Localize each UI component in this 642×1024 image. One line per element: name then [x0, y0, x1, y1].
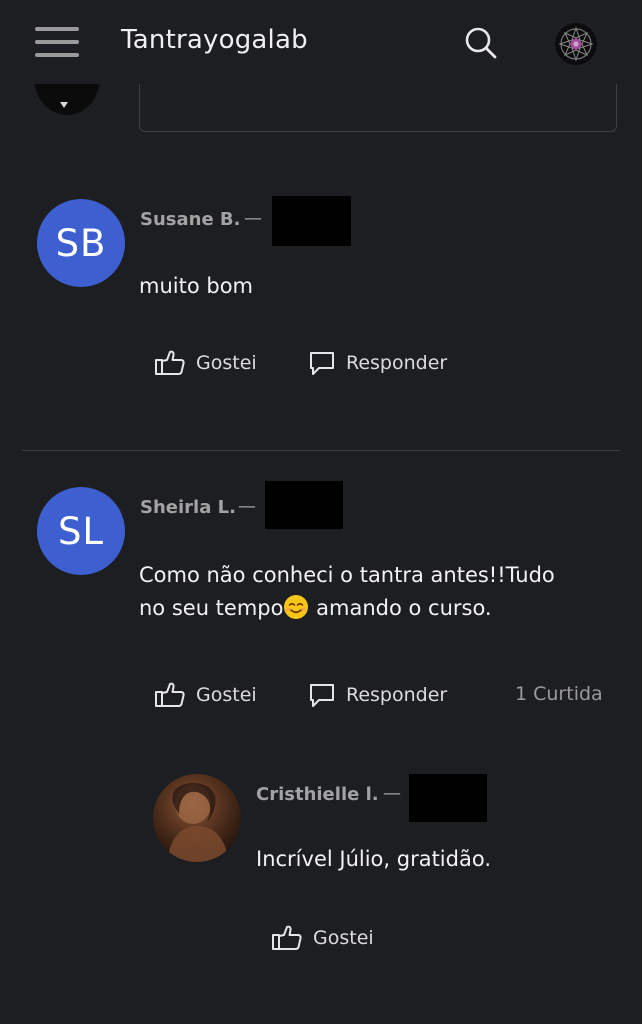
avatar: SL	[37, 487, 125, 575]
reply-button[interactable]: Responder	[308, 349, 447, 377]
thumbs-up-icon	[155, 682, 185, 707]
top-bar: Tantrayogalab	[0, 0, 642, 84]
smiling-face-emoji	[284, 595, 309, 619]
search-icon[interactable]	[462, 24, 500, 62]
author-separator: —	[383, 783, 401, 804]
comment-text-line2-after: amando o curso.	[309, 596, 492, 620]
comment-text: Incrível Júlio, gratidão.	[256, 847, 491, 871]
like-button[interactable]: Gostei	[154, 349, 257, 377]
author-separator: —	[238, 496, 256, 517]
like-label: Gostei	[196, 684, 257, 706]
author-separator: —	[244, 208, 262, 229]
comment-text-line1: Como não conheci o tantra antes!!Tudo	[139, 563, 555, 587]
redacted-timestamp	[265, 481, 343, 529]
like-button[interactable]: Gostei	[154, 681, 257, 709]
avatar: SB	[37, 199, 125, 287]
like-label: Gostei	[313, 927, 374, 949]
thumbs-up-icon	[272, 925, 302, 950]
comment-divider	[22, 450, 620, 451]
comment-author: Susane B.	[140, 209, 241, 230]
comment-author: Sheirla L.	[140, 497, 236, 518]
reply-label: Responder	[346, 352, 448, 374]
redacted-timestamp	[272, 196, 351, 246]
like-label: Gostei	[196, 352, 257, 374]
hamburger-icon[interactable]	[35, 27, 79, 57]
reply-label: Responder	[346, 684, 448, 706]
thumbs-up-icon	[155, 350, 185, 375]
avatar	[153, 774, 241, 862]
speech-bubble-icon	[310, 352, 334, 375]
comment-text-line2-before: no seu tempo	[139, 596, 284, 620]
redacted-timestamp	[409, 774, 487, 822]
comment-author: Cristhielle l.	[256, 784, 379, 805]
comment-text: Como não conheci o tantra antes!!Tudo no…	[139, 559, 555, 625]
mandala-logo[interactable]	[555, 23, 597, 65]
reply-button[interactable]: Responder	[308, 681, 447, 709]
app-title: Tantrayogalab	[121, 25, 308, 55]
comment-text: muito bom	[139, 274, 253, 298]
like-count[interactable]: 1 Curtida	[515, 683, 603, 705]
speech-bubble-icon	[310, 684, 334, 707]
like-button[interactable]: Gostei	[271, 924, 374, 952]
